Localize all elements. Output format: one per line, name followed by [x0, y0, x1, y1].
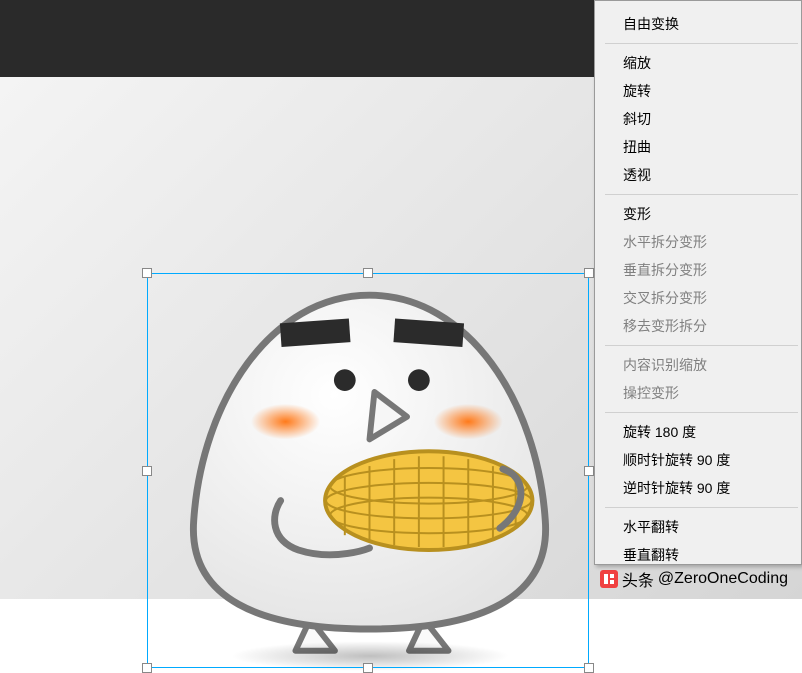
menu-item-skew[interactable]: 斜切: [595, 105, 801, 133]
watermark-prefix: 头条: [622, 567, 654, 591]
menu-item-rotate[interactable]: 旋转: [595, 77, 801, 105]
menu-item-flip-horizontal[interactable]: 水平翻转: [595, 513, 801, 541]
transform-context-menu[interactable]: 自由变换缩放旋转斜切扭曲透视变形水平拆分变形垂直拆分变形交叉拆分变形移去变形拆分…: [594, 0, 802, 565]
transform-handle-middle-right[interactable]: [584, 466, 594, 476]
menu-separator: [605, 507, 798, 508]
canvas-artwork: [172, 281, 567, 661]
menu-item-distort[interactable]: 扭曲: [595, 133, 801, 161]
menu-separator: [605, 345, 798, 346]
menu-separator: [605, 194, 798, 195]
transform-selection[interactable]: [147, 273, 589, 668]
menu-item-perspective[interactable]: 透视: [595, 161, 801, 189]
menu-item-rotate-180[interactable]: 旋转 180 度: [595, 418, 801, 446]
menu-item-rotate-90-ccw[interactable]: 逆时针旋转 90 度: [595, 474, 801, 502]
menu-item-puppet-warp: 操控变形: [595, 379, 801, 407]
menu-item-remove-warp-split: 移去变形拆分: [595, 312, 801, 340]
menu-separator: [605, 43, 798, 44]
menu-item-content-aware-scale: 内容识别缩放: [595, 351, 801, 379]
transform-handle-top-right[interactable]: [584, 268, 594, 278]
workspace: 头条 @ZeroOneCoding 自由变换缩放旋转斜切扭曲透视变形水平拆分变形…: [0, 0, 802, 599]
menu-item-free-transform[interactable]: 自由变换: [595, 10, 801, 38]
watermark: 头条 @ZeroOneCoding: [600, 567, 788, 591]
menu-item-flip-vertical[interactable]: 垂直翻转: [595, 541, 801, 569]
transform-handle-bottom-middle[interactable]: [363, 663, 373, 673]
transform-handle-top-left[interactable]: [142, 268, 152, 278]
menu-item-split-warp-v: 垂直拆分变形: [595, 256, 801, 284]
transform-handle-top-middle[interactable]: [363, 268, 373, 278]
watermark-handle: @ZeroOneCoding: [658, 570, 788, 588]
menu-item-rotate-90-cw[interactable]: 顺时针旋转 90 度: [595, 446, 801, 474]
menu-item-warp[interactable]: 变形: [595, 200, 801, 228]
character-icon: [172, 281, 567, 661]
menu-item-split-warp-cross: 交叉拆分变形: [595, 284, 801, 312]
transform-handle-bottom-right[interactable]: [584, 663, 594, 673]
menu-item-scale[interactable]: 缩放: [595, 49, 801, 77]
menu-item-split-warp-h: 水平拆分变形: [595, 228, 801, 256]
transform-handle-bottom-left[interactable]: [142, 663, 152, 673]
watermark-logo-icon: [600, 570, 618, 588]
transform-handle-middle-left[interactable]: [142, 466, 152, 476]
menu-separator: [605, 412, 798, 413]
